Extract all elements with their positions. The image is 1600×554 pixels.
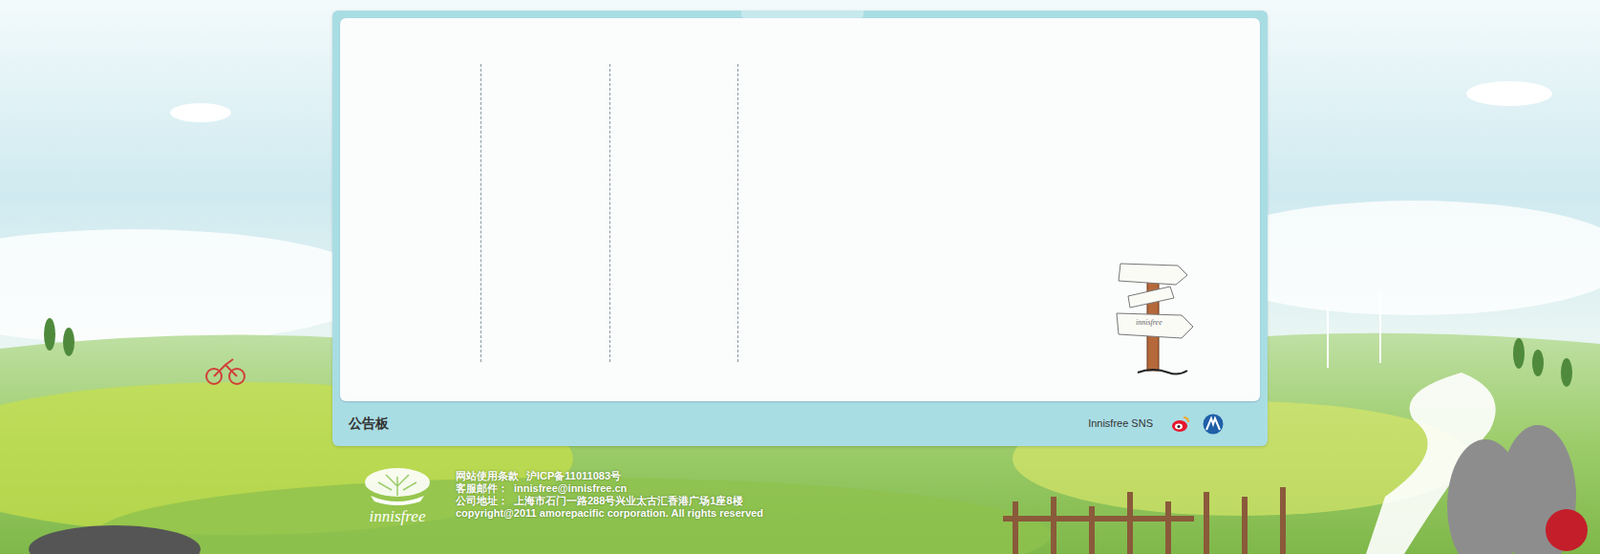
innisfree-logo[interactable]: innisfree (354, 463, 441, 527)
notice-board-title: 公告板 (348, 413, 389, 434)
page: innisfree公告板Innisfree SNSinnisfree网站使用条款… (0, 0, 1600, 554)
footer: innisfree 网站使用条款沪ICP备11011083号客服邮件： innisf… (354, 463, 1600, 527)
board-column (340, 64, 482, 363)
address-label: 公司地址： (455, 494, 509, 508)
footer-info: 网站使用条款沪ICP备11011083号客服邮件： innisfree@innis… (455, 463, 764, 520)
board-column (481, 64, 611, 363)
footer-link[interactable]: 网站使用条款 (455, 469, 519, 483)
notice-board-panel: innisfree 公告板 Innisfree SNS (332, 10, 1268, 447)
address: 上海市石门一路288号兴业太古汇香港广场1座8楼 (513, 494, 744, 508)
footer-link[interactable]: 沪ICP备11011083号 (526, 469, 621, 483)
board-column (610, 64, 739, 363)
weibo-icon[interactable] (1170, 413, 1192, 435)
notice-board-bar: 公告板 Innisfree SNS (340, 401, 1260, 447)
copyright: copyright@2011 amorepacific corporation.… (455, 507, 764, 520)
tree-logo-icon (357, 463, 438, 508)
sns-label: Innisfree SNS (1088, 415, 1153, 432)
email[interactable]: innisfree@innisfree.cn (513, 482, 627, 495)
signpost: innisfree (1114, 257, 1195, 377)
renren-icon[interactable] (1200, 413, 1226, 435)
signpost-icon (1114, 257, 1195, 377)
email-label: 客服邮件： (455, 482, 509, 495)
notice-board-card: innisfree (340, 18, 1260, 402)
